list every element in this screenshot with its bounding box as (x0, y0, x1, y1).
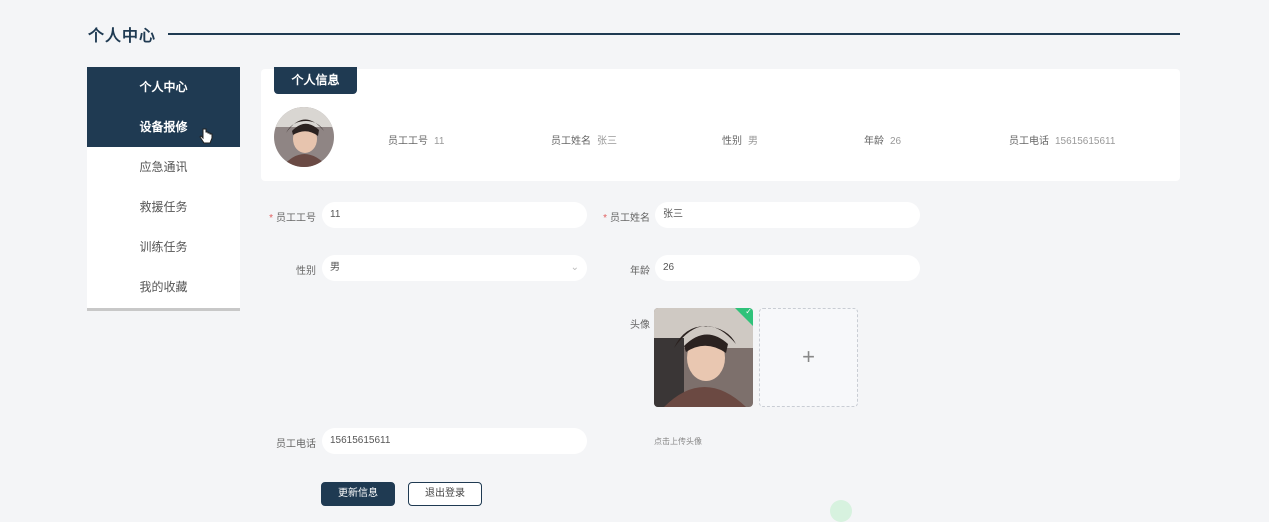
sidebar-item-profile[interactable]: 个人中心 (87, 67, 240, 107)
info-gender-value: 男 (748, 136, 758, 147)
page-title: 个人中心 (88, 28, 157, 45)
emp-id-field[interactable]: 11 (322, 202, 587, 228)
profile-info-tab: 个人信息 (274, 67, 357, 94)
sidebar-item-training[interactable]: 训练任务 (87, 227, 240, 267)
chevron-down-icon: ⌄ (570, 262, 579, 273)
update-info-button[interactable]: 更新信息 (321, 482, 395, 506)
info-phone: 员工电话 15615615611 (1009, 132, 1115, 147)
phone-label: 员工电话 (276, 439, 316, 450)
avatar-label: 头像 (630, 320, 650, 331)
age-label: 年龄 (630, 266, 650, 277)
avatar (274, 107, 334, 167)
info-emp-name-value: 张三 (597, 136, 617, 147)
emp-name-field[interactable]: 张三 (655, 202, 920, 228)
sidebar-menu: 个人中心 设备报修 应急通讯 救援任务 训练任务 我的收藏 (87, 67, 240, 311)
emp-id-label-text: 员工工号 (276, 213, 316, 224)
sidebar-item-favorites[interactable]: 我的收藏 (87, 267, 240, 307)
sidebar-scrollbar (87, 308, 240, 311)
logout-button[interactable]: 退出登录 (408, 482, 482, 506)
hand-cursor-icon (199, 128, 213, 144)
phone-field[interactable]: 15615615611 (322, 428, 587, 454)
emp-name-label-text: 员工姓名 (610, 213, 650, 224)
info-emp-name: 员工姓名 张三 (551, 132, 617, 147)
info-emp-name-label: 员工姓名 (551, 136, 591, 147)
emp-name-label: * 员工姓名 (596, 209, 650, 224)
info-emp-id: 员工工号 11 (388, 132, 444, 147)
floating-action-button[interactable] (830, 500, 852, 522)
check-icon: ✓ (745, 308, 752, 316)
sidebar-item-emergency[interactable]: 应急通讯 (87, 147, 240, 187)
info-gender-label: 性别 (722, 136, 742, 147)
gender-select-value: 男 (330, 262, 340, 273)
info-age-value: 26 (890, 136, 902, 147)
emp-id-label: * 员工工号 (262, 209, 316, 224)
upload-avatar-button[interactable]: + (759, 308, 858, 407)
gender-label: 性别 (296, 266, 316, 277)
uploaded-avatar-image[interactable]: ✓ (654, 308, 753, 407)
info-age-label: 年龄 (864, 136, 884, 147)
sidebar-item-repair[interactable]: 设备报修 (87, 107, 240, 147)
profile-info-card (261, 69, 1180, 181)
plus-icon: + (802, 344, 815, 369)
info-age: 年龄 26 (864, 132, 901, 147)
info-phone-value: 15615615611 (1055, 136, 1116, 147)
info-gender: 性别男 (722, 132, 758, 147)
required-mark: * (603, 213, 607, 224)
info-phone-label: 员工电话 (1009, 136, 1049, 147)
gender-select[interactable]: 男 ⌄ (322, 255, 587, 281)
required-mark: * (269, 213, 273, 224)
info-emp-id-value: 11 (434, 136, 445, 147)
title-divider (168, 33, 1180, 35)
upload-hint: 点击上传头像 (654, 437, 702, 446)
sidebar-item-rescue[interactable]: 救援任务 (87, 187, 240, 227)
age-field[interactable]: 26 (655, 255, 920, 281)
info-emp-id-label: 员工工号 (388, 136, 428, 147)
